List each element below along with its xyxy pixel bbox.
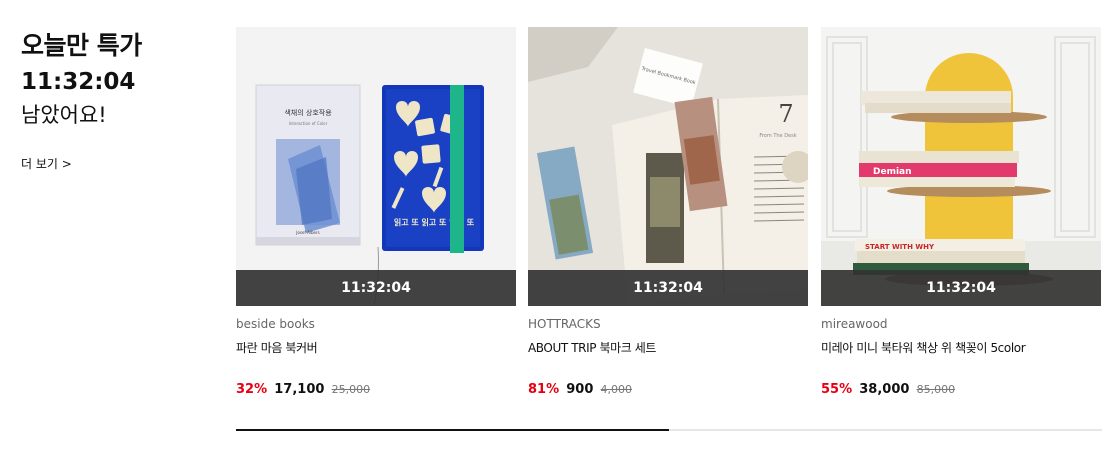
svg-text:색채의 상호작용: 색채의 상호작용	[284, 108, 332, 117]
svg-text:7: 7	[778, 100, 793, 128]
product-name[interactable]: 미레아 미니 북타워 책상 위 책꽂이 5color	[821, 341, 1101, 356]
svg-text:From The Desk: From The Desk	[759, 133, 796, 139]
svg-text:START WITH WHY: START WITH WHY	[865, 243, 935, 251]
price-row: 55% 38,000 85,000	[821, 381, 1101, 398]
original-price: 25,000	[331, 383, 371, 396]
product-image[interactable]: 7 From The Desk Travel Bookmark Book 11:…	[528, 27, 808, 306]
price-row: 32% 17,100 25,000	[236, 381, 516, 398]
book-cover-product-image: 색채의 상호작용 Interaction of Color Josef Albe…	[236, 27, 516, 306]
discount-rate: 81%	[528, 382, 560, 397]
original-price: 85,000	[916, 383, 956, 396]
product-countdown-timer: 11:32:04	[821, 270, 1101, 306]
sale-price: 900	[566, 382, 594, 397]
bookmark-set-product-image: 7 From The Desk Travel Bookmark Book	[528, 27, 808, 306]
product-card[interactable]: 7 From The Desk Travel Bookmark Book 11:…	[528, 27, 808, 398]
product-card[interactable]: 색채의 상호작용 Interaction of Color Josef Albe…	[236, 27, 516, 398]
sale-price: 38,000	[859, 382, 910, 397]
product-card[interactable]: Demian START WITH WHY 11:32:04 mireawood…	[821, 27, 1101, 398]
product-countdown-timer: 11:32:04	[236, 270, 516, 306]
product-image[interactable]: Demian START WITH WHY 11:32:04	[821, 27, 1101, 306]
product-name[interactable]: ABOUT TRIP 북마크 세트	[528, 341, 808, 356]
more-link[interactable]: 더 보기 >	[21, 155, 72, 172]
discount-rate: 32%	[236, 382, 268, 397]
svg-text:Interaction of Color: Interaction of Color	[289, 121, 328, 126]
product-brand[interactable]: HOTTRACKS	[528, 317, 808, 332]
sale-price: 17,100	[274, 382, 325, 397]
product-carousel: 색채의 상호작용 Interaction of Color Josef Albe…	[236, 27, 1116, 407]
product-name[interactable]: 파란 마음 북커버	[236, 341, 516, 356]
original-price: 4,000	[600, 383, 633, 396]
discount-rate: 55%	[821, 382, 853, 397]
deal-title: 오늘만 특가	[21, 31, 142, 60]
product-brand[interactable]: mireawood	[821, 317, 1101, 332]
deal-remaining-text: 남았어요!	[21, 103, 107, 127]
svg-text:Demian: Demian	[873, 167, 912, 177]
svg-text:Josef Albers: Josef Albers	[295, 230, 319, 235]
book-tower-product-image: Demian START WITH WHY	[821, 27, 1101, 306]
carousel-progress-fill	[236, 429, 669, 431]
deal-header: 오늘만 특가 11:32:04 남았어요! 더 보기 >	[21, 28, 221, 172]
price-row: 81% 900 4,000	[528, 381, 808, 398]
deal-countdown-timer: 11:32:04	[21, 69, 136, 95]
product-image[interactable]: 색채의 상호작용 Interaction of Color Josef Albe…	[236, 27, 516, 306]
carousel-progress-bar[interactable]	[236, 429, 1102, 431]
product-countdown-timer: 11:32:04	[528, 270, 808, 306]
product-brand[interactable]: beside books	[236, 317, 516, 332]
